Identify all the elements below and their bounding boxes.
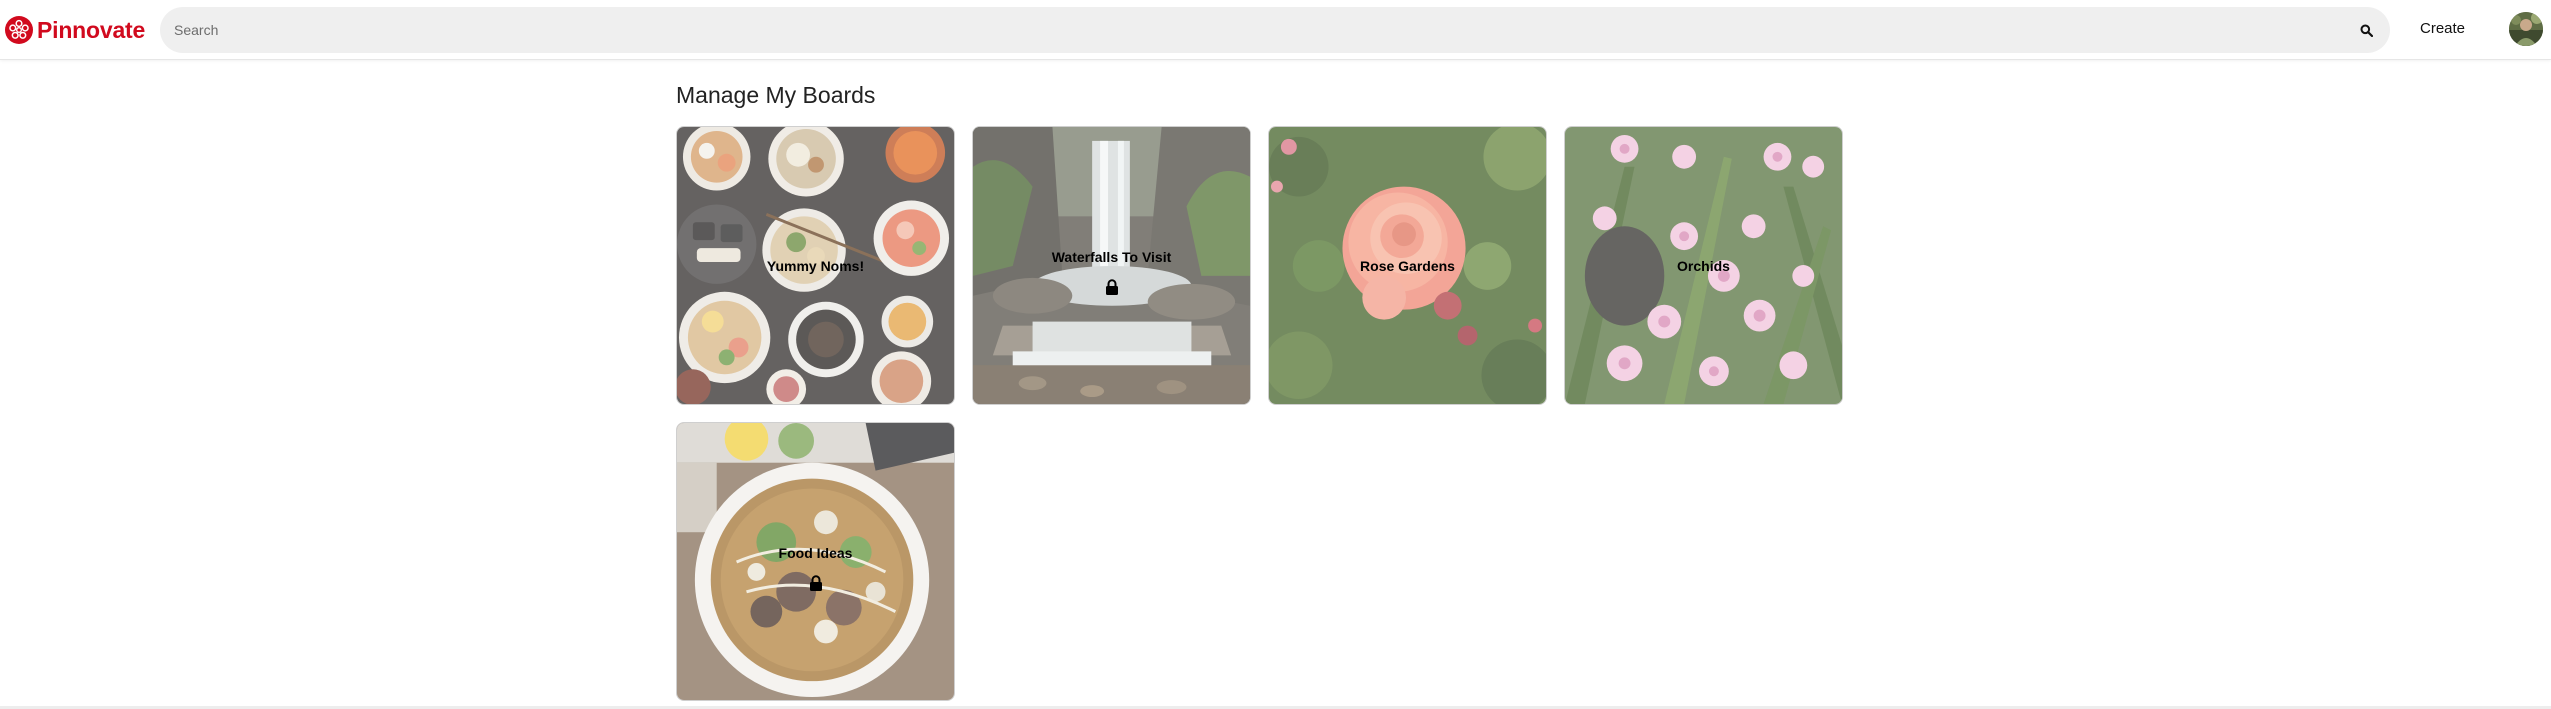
board-title: Yummy Noms!	[766, 258, 865, 274]
card-overlay	[973, 127, 1250, 404]
create-button[interactable]: Create	[2420, 20, 2465, 37]
board-card-rose-gardens[interactable]: Rose Gardens	[1268, 126, 1547, 405]
board-title: Food Ideas	[778, 545, 853, 561]
board-card-waterfalls-to-visit[interactable]: Waterfalls To Visit	[972, 126, 1251, 405]
board-title: Waterfalls To Visit	[1051, 249, 1172, 265]
board-title: Rose Gardens	[1360, 258, 1455, 274]
flower-logo-icon	[5, 16, 33, 44]
brand-name: Pinnovate	[37, 16, 146, 43]
user-avatar[interactable]	[2509, 12, 2543, 46]
page-title: Manage My Boards	[676, 82, 876, 108]
board-card-orchids[interactable]: Orchids	[1564, 126, 1843, 405]
lock-icon	[1106, 279, 1118, 295]
search-input[interactable]	[174, 7, 2334, 53]
search-icon[interactable]	[2356, 20, 2376, 40]
board-card-yummy-noms[interactable]: Yummy Noms!	[676, 126, 955, 405]
home-logo-link[interactable]: Pinnovate	[4, 14, 145, 46]
board-card-food-ideas[interactable]: Food Ideas	[676, 422, 955, 701]
top-nav-bar: Pinnovate Create	[0, 0, 2551, 60]
lock-icon	[810, 575, 822, 591]
card-overlay	[677, 423, 954, 700]
search-bar	[160, 7, 2390, 53]
board-title: Orchids	[1677, 258, 1730, 274]
